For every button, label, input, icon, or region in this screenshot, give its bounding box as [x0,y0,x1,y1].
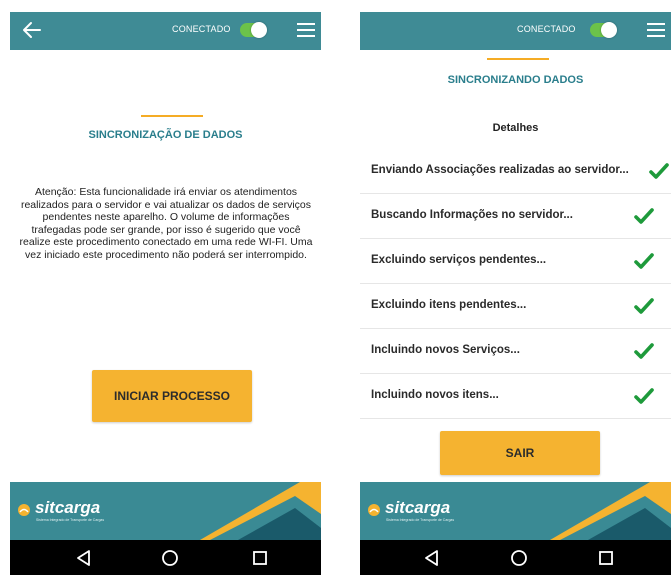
toggle-knob [601,22,617,38]
exit-button[interactable]: SAIR [440,431,600,475]
logo-text: sitcarga [35,498,101,517]
list-item: Excluindo serviços pendentes... [360,239,671,284]
start-process-button[interactable]: INICIAR PROCESSO [92,370,252,422]
step-label: Incluindo novos Serviços... [371,344,520,356]
sync-intro-screen: CONECTADO SINCRONIZAÇÃO DE DADOS Atenção… [10,12,321,575]
nav-back-icon[interactable] [74,548,94,568]
android-nav-bar [10,540,321,575]
check-icon [634,208,654,224]
sync-progress-screen: CONECTADO SINCRONIZANDO DADOS Detalhes E… [360,12,671,575]
logo-subtitle: Sistema Integrado de Transporte de Carga… [386,518,455,522]
logo-sun-icon [368,504,380,516]
app-bar: CONECTADO [10,12,321,50]
logo-text: sitcarga [385,498,451,517]
app-bar: CONECTADO [360,12,671,50]
page-title: SINCRONIZAÇÃO DE DADOS [88,129,243,141]
connection-toggle[interactable] [240,22,267,38]
list-item: Enviando Associações realizadas ao servi… [360,149,671,194]
list-item: Buscando Informações no servidor... [360,194,671,239]
list-item: Incluindo novos Serviços... [360,329,671,374]
details-heading: Detalhes [492,122,539,134]
nav-home-icon[interactable] [509,548,529,568]
list-item: Excluindo itens pendentes... [360,284,671,329]
warning-text: Atenção: Esta funcionalidade irá enviar … [19,186,313,261]
title-accent-line [487,58,549,60]
logo-sun-icon [18,504,30,516]
logo-subtitle: Sistema Integrado de Transporte de Carga… [36,518,105,522]
step-label: Excluindo itens pendentes... [371,299,527,311]
check-icon [634,343,654,359]
toggle-knob [251,22,267,38]
check-icon [634,298,654,314]
hamburger-menu-icon[interactable] [647,23,665,37]
hamburger-menu-icon[interactable] [297,23,315,37]
check-icon [634,253,654,269]
nav-home-icon[interactable] [160,548,180,568]
title-accent-line [141,115,203,117]
connection-status-label: CONECTADO [517,24,576,34]
check-icon [634,388,654,404]
connection-status-label: CONECTADO [172,24,231,34]
page-title: SINCRONIZANDO DADOS [447,74,584,86]
step-label: Incluindo novos itens... [371,389,499,401]
nav-recents-icon[interactable] [250,548,270,568]
nav-back-icon[interactable] [422,548,442,568]
nav-recents-icon[interactable] [596,548,616,568]
back-arrow-icon[interactable] [20,18,44,42]
step-label: Enviando Associações realizadas ao servi… [371,164,629,176]
connection-toggle[interactable] [590,22,617,38]
footer-banner: sitcarga Sistema Integrado de Transporte… [10,482,321,540]
footer-banner: sitcarga Sistema Integrado de Transporte… [360,482,671,540]
step-label: Buscando Informações no servidor... [371,209,573,221]
check-icon [649,163,669,179]
list-item: Incluindo novos itens... [360,374,671,419]
android-nav-bar [360,540,671,575]
step-label: Excluindo serviços pendentes... [371,254,547,266]
